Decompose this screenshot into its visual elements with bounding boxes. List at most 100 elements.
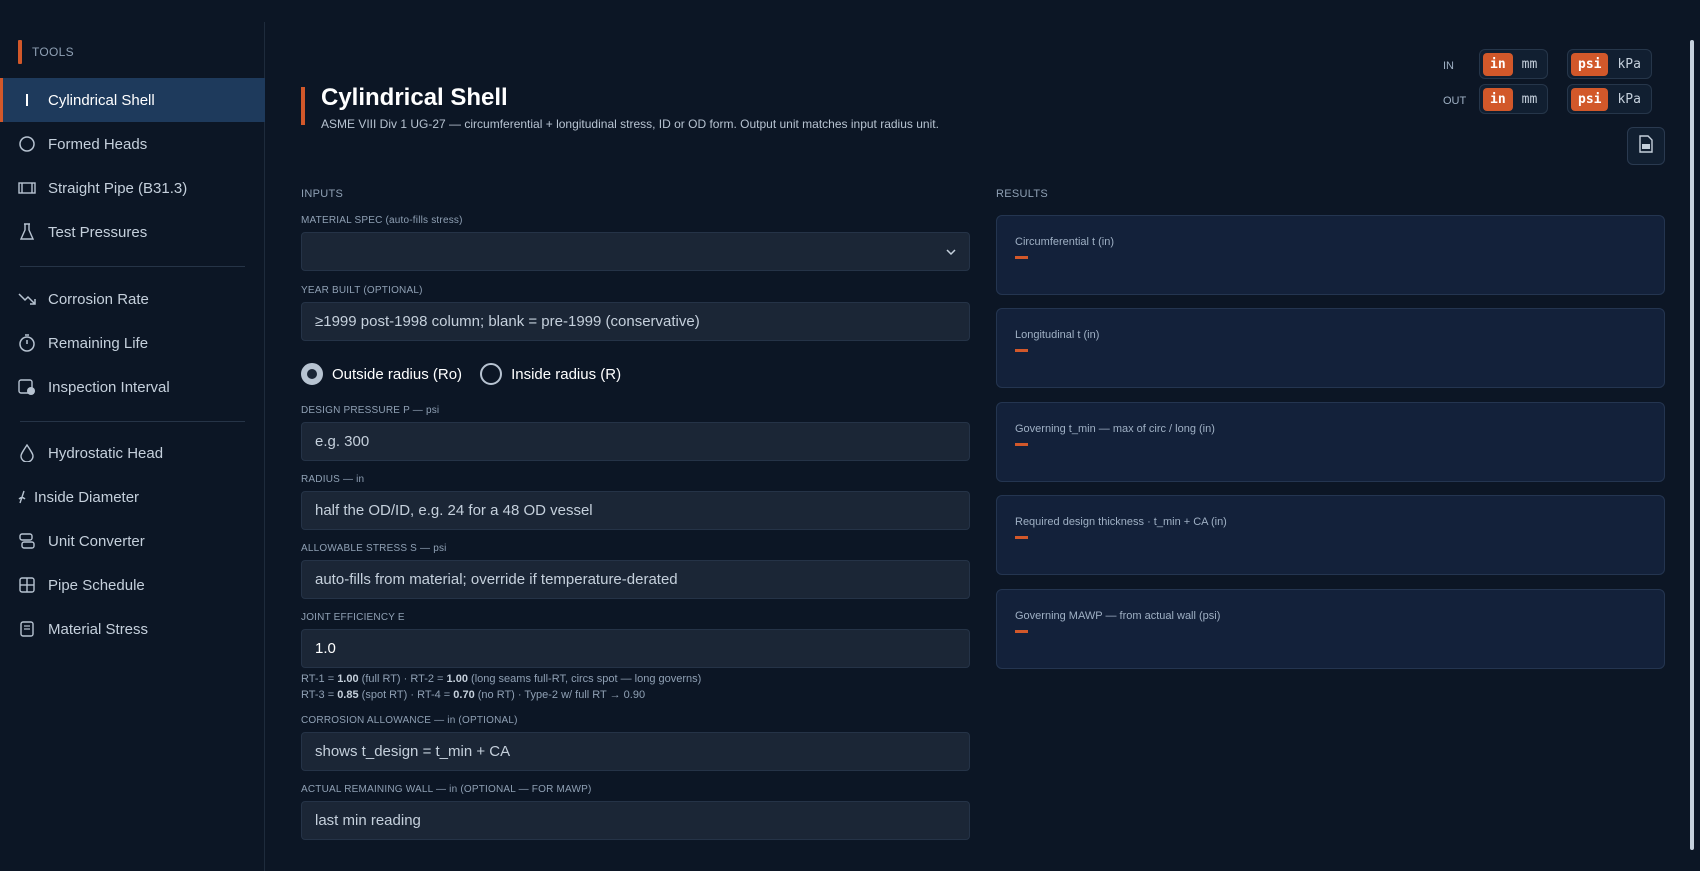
outside-radius-radio[interactable] <box>301 363 323 385</box>
result-label: Governing MAWP — from actual wall (psi) <box>1015 610 1221 622</box>
sidebar-item-label: Inside Diameter <box>34 488 140 506</box>
out-length-opt-mm[interactable]: mm <box>1515 88 1545 111</box>
in-pressure-toggle: psi kPa <box>1567 49 1652 79</box>
sidebar-item-hydrostatic-head[interactable]: Hydrostatic Head <box>0 431 265 475</box>
in-length-toggle: in mm <box>1479 49 1549 79</box>
result-value-dash <box>1015 443 1028 446</box>
hint-text: (full RT) · <box>358 673 411 685</box>
accent-bar <box>18 40 22 64</box>
in-length-opt-in[interactable]: in <box>1483 52 1513 76</box>
inside-radius-radio[interactable] <box>480 363 503 385</box>
pdf-icon <box>1638 134 1654 158</box>
chevron-down-icon <box>945 245 957 262</box>
hint-text: (no RT) · Type-2 w/ full RT → 0.90 <box>474 689 646 701</box>
units-out-label: OUT <box>1443 95 1467 107</box>
design-pressure-input[interactable]: e.g. 300 <box>301 422 970 461</box>
sidebar-item-label: Formed Heads <box>48 135 148 153</box>
out-pressure-opt-psi[interactable]: psi <box>1571 87 1609 111</box>
actual-wall-input[interactable]: last min reading <box>301 801 970 840</box>
result-value-dash <box>1015 349 1028 352</box>
result-label: Governing t_min — max of circ / long (in… <box>1015 423 1215 435</box>
sidebar-item-label: Pipe Schedule <box>48 576 145 594</box>
bar-icon <box>18 91 36 109</box>
sidebar-item-straight-pipe[interactable]: Straight Pipe (B31.3) <box>0 166 265 210</box>
sidebar-item-cylindrical-shell[interactable]: Cylindrical Shell <box>0 78 265 122</box>
sidebar-item-corrosion-rate[interactable]: Corrosion Rate <box>0 277 265 321</box>
title-accent-bar <box>301 87 305 125</box>
result-label: Longitudinal t (in) <box>1015 329 1100 341</box>
stress-label: ALLOWABLE STRESS S — psi <box>301 543 447 554</box>
hint-text: RT-3 = <box>301 689 338 701</box>
radius-label: RADIUS — in <box>301 474 365 485</box>
out-pressure-toggle: psi kPa <box>1567 84 1652 114</box>
sidebar-item-remaining-life[interactable]: Remaining Life <box>0 321 265 365</box>
hint-text: RT-4 = <box>417 689 454 701</box>
sidebar-item-inside-diameter[interactable]: Inside Diameter <box>0 475 265 519</box>
hint-value: 1.00 <box>337 673 359 685</box>
sidebar-item-label: Inspection Interval <box>48 378 170 396</box>
hint-value: 0.85 <box>337 689 359 701</box>
result-card-longitudinal: Longitudinal t (in) <box>996 308 1665 388</box>
radius-mode-group: Outside radius (Ro) Inside radius (R) <box>301 362 639 386</box>
efficiency-label: JOINT EFFICIENCY E <box>301 612 405 623</box>
corrosion-allowance-input[interactable]: shows t_design = t_min + CA <box>301 732 970 771</box>
sidebar-item-material-stress[interactable]: Material Stress <box>0 607 265 651</box>
calendar-clock-icon <box>18 378 36 396</box>
in-pressure-opt-kpa[interactable]: kPa <box>1610 53 1647 76</box>
sidebar-item-unit-converter[interactable]: Unit Converter <box>0 519 265 563</box>
allowable-stress-input[interactable]: auto-fills from material; override if te… <box>301 560 970 599</box>
sidebar-item-label: Straight Pipe (B31.3) <box>48 179 188 197</box>
trend-down-icon <box>18 290 36 308</box>
sidebar-header-label: TOOLS <box>32 45 74 59</box>
inputs-section-label: INPUTS <box>301 188 344 200</box>
result-label: Required design thickness · t_min + CA (… <box>1015 516 1227 528</box>
timer-icon <box>18 334 36 352</box>
results-section-label: RESULTS <box>996 188 1049 200</box>
flask-icon <box>18 223 36 241</box>
efficiency-hint-2: RT-3 = 0.85 (spot RT) · RT-4 = 0.70 (no … <box>301 689 645 701</box>
grid-icon <box>18 576 36 594</box>
in-pressure-opt-psi[interactable]: psi <box>1571 52 1609 76</box>
material-label: MATERIAL SPEC (auto-fills stress) <box>301 215 463 226</box>
sidebar-item-label: Material Stress <box>48 620 149 638</box>
wall-label: ACTUAL REMAINING WALL — in (OPTIONAL — F… <box>301 784 592 795</box>
result-card-mawp: Governing MAWP — from actual wall (psi) <box>996 589 1665 669</box>
hint-value: 0.70 <box>453 689 475 701</box>
inside-radius-label: Inside radius (R) <box>511 365 622 383</box>
outside-radius-label: Outside radius (Ro) <box>332 365 463 383</box>
in-length-opt-mm[interactable]: mm <box>1515 53 1545 76</box>
sidebar-item-inspection-interval[interactable]: Inspection Interval <box>0 365 265 409</box>
year-built-input[interactable]: ≥1999 post-1998 column; blank = pre-1999… <box>301 302 970 341</box>
droplet-icon <box>18 444 36 462</box>
sidebar-item-test-pressures[interactable]: Test Pressures <box>0 210 265 254</box>
radius-input[interactable]: half the OD/ID, e.g. 24 for a 48 OD vess… <box>301 491 970 530</box>
page-scrollbar[interactable] <box>1690 40 1694 850</box>
book-icon <box>18 620 36 638</box>
hint-text: RT-1 = <box>301 673 338 685</box>
joint-efficiency-input[interactable]: 1.0 <box>301 629 970 668</box>
converter-icon <box>18 532 36 550</box>
circle-icon <box>18 135 36 153</box>
out-length-opt-in[interactable]: in <box>1483 87 1513 111</box>
result-card-design-thickness: Required design thickness · t_min + CA (… <box>996 495 1665 575</box>
nav-divider <box>20 266 245 267</box>
result-value-dash <box>1015 630 1028 633</box>
sidebar-header: TOOLS <box>18 40 74 64</box>
sidebar-item-label: Test Pressures <box>48 223 148 241</box>
hint-value: 1.00 <box>446 673 468 685</box>
material-select[interactable] <box>301 232 970 271</box>
efficiency-hint-1: RT-1 = 1.00 (full RT) · RT-2 = 1.00 (lon… <box>301 673 701 685</box>
out-pressure-opt-kpa[interactable]: kPa <box>1610 88 1647 111</box>
sidebar: TOOLS Cylindrical Shell Formed Heads Str… <box>0 22 265 871</box>
result-value-dash <box>1015 256 1028 259</box>
export-pdf-button[interactable] <box>1627 127 1665 165</box>
sidebar-item-formed-heads[interactable]: Formed Heads <box>0 122 265 166</box>
hint-text: (spot RT) · <box>358 689 418 701</box>
units-in-label: IN <box>1443 60 1454 72</box>
year-label: YEAR BUILT (OPTIONAL) <box>301 285 423 296</box>
result-label: Circumferential t (in) <box>1015 236 1115 248</box>
result-value-dash <box>1015 536 1028 539</box>
sidebar-item-pipe-schedule[interactable]: Pipe Schedule <box>0 563 265 607</box>
nav-divider <box>20 421 245 422</box>
sidebar-item-label: Hydrostatic Head <box>48 444 164 462</box>
